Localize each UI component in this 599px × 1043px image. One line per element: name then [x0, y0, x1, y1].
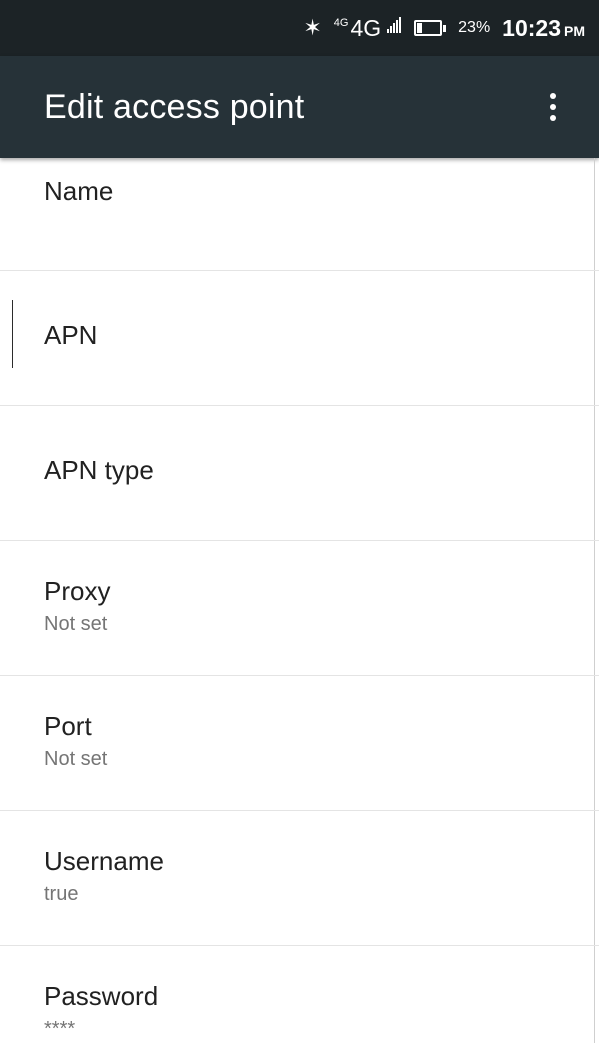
pref-proxy[interactable]: Proxy Not set	[0, 541, 599, 676]
pref-summary: Not set	[44, 613, 108, 635]
network-small-label: 4G	[333, 16, 349, 29]
pref-summary: true	[44, 883, 79, 905]
clock: 10:23 PM	[502, 15, 585, 42]
clock-time: 10:23	[502, 14, 561, 41]
pref-title: Port	[44, 711, 92, 741]
pref-summary: ****	[44, 1018, 76, 1040]
pref-username[interactable]: Username true	[0, 811, 599, 946]
battery-percent: 23%	[458, 19, 491, 36]
more-vert-icon[interactable]	[537, 83, 569, 131]
pref-apn-type[interactable]: APN type	[0, 406, 599, 541]
pref-name[interactable]: Name	[0, 158, 599, 271]
pref-title: APN	[44, 320, 98, 350]
network-type-label: 4G	[350, 14, 382, 41]
pref-summary: Not set	[44, 748, 108, 770]
status-bar: ✶ 4G 4G 23% 10:23 PM	[0, 0, 599, 56]
pref-title: Username	[44, 846, 164, 876]
pref-password[interactable]: Password ****	[0, 946, 599, 1043]
pref-apn[interactable]: APN	[0, 271, 599, 406]
clock-ampm: PM	[564, 23, 585, 39]
pref-title: Password	[44, 981, 159, 1011]
pref-title: Name	[44, 176, 114, 206]
app-bar: Edit access point	[0, 56, 599, 158]
pref-title: Proxy	[44, 576, 111, 606]
pref-port[interactable]: Port Not set	[0, 676, 599, 811]
page-title: Edit access point	[44, 87, 305, 126]
network-indicator: 4G 4G	[334, 15, 402, 42]
bluetooth-icon: ✶	[303, 15, 322, 40]
settings-list: Name APN APN type Proxy Not set Port Not…	[0, 158, 599, 1043]
signal-icon	[387, 15, 402, 33]
pref-title: APN type	[44, 455, 154, 485]
battery-charging-icon	[414, 20, 447, 36]
